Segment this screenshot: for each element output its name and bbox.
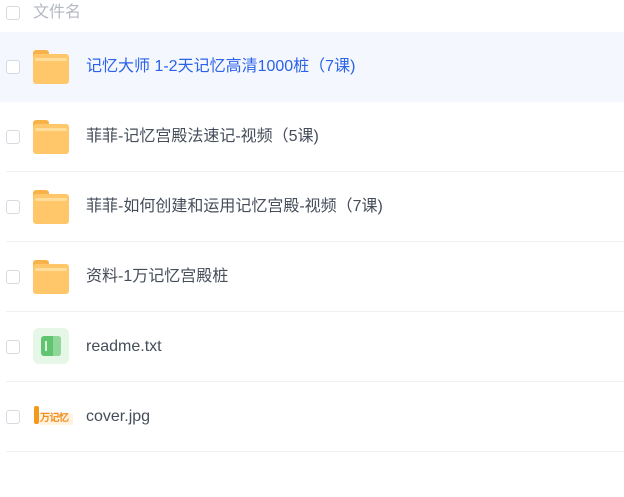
file-name[interactable]: 菲菲-记忆宫殿法速记-视频（5课) — [86, 127, 319, 147]
file-list: 文件名 记忆大师 1-2天记忆高清1000桩（7课) 菲菲-记忆宫殿法速记-视频… — [0, 0, 624, 497]
folder-icon — [33, 258, 71, 296]
row-checkbox[interactable] — [6, 410, 20, 424]
folder-icon — [33, 48, 71, 86]
row-checkbox[interactable] — [6, 270, 20, 284]
folder-icon — [33, 188, 71, 226]
file-row[interactable]: 万记忆 cover.jpg — [0, 382, 624, 452]
file-name[interactable]: 记忆大师 1-2天记忆高清1000桩（7课) — [86, 57, 355, 77]
file-row[interactable]: 菲菲-记忆宫殿法速记-视频（5课) — [0, 102, 624, 172]
row-checkbox[interactable] — [6, 130, 20, 144]
folder-icon — [33, 118, 71, 156]
row-checkbox[interactable] — [6, 60, 20, 74]
file-name[interactable]: readme.txt — [86, 337, 162, 357]
select-all-checkbox[interactable] — [6, 6, 20, 20]
file-name[interactable]: 资料-1万记忆宫殿桩 — [86, 267, 228, 287]
row-checkbox[interactable] — [6, 200, 20, 214]
file-row[interactable]: 菲菲-如何创建和运用记忆宫殿-视频（7课) — [0, 172, 624, 242]
row-divider — [6, 451, 624, 452]
column-header-filename[interactable]: 文件名 — [33, 3, 81, 23]
text-file-icon — [33, 328, 71, 366]
file-list-header: 文件名 — [0, 0, 624, 28]
file-row[interactable]: 资料-1万记忆宫殿桩 — [0, 242, 624, 312]
file-row[interactable]: readme.txt — [0, 312, 624, 382]
file-name[interactable]: cover.jpg — [86, 407, 150, 427]
thumbnail-text: 万记忆 — [40, 413, 69, 424]
image-thumbnail: 万记忆 — [33, 398, 73, 436]
file-row[interactable]: 记忆大师 1-2天记忆高清1000桩（7课) — [0, 32, 624, 102]
file-name[interactable]: 菲菲-如何创建和运用记忆宫殿-视频（7课) — [86, 197, 383, 217]
row-checkbox[interactable] — [6, 340, 20, 354]
